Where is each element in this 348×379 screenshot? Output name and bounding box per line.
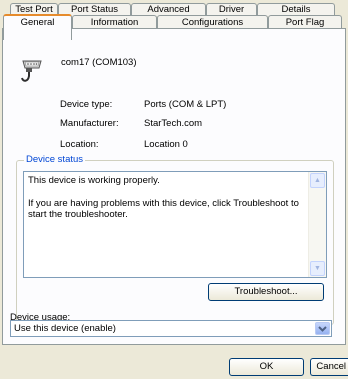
serial-port-icon: [21, 60, 42, 82]
tab-configurations[interactable]: Configurations: [157, 15, 268, 29]
scroll-up-icon[interactable]: ▲: [310, 173, 325, 188]
device-type-label: Device type:: [60, 99, 113, 110]
scroll-down-icon[interactable]: ▼: [310, 261, 325, 276]
device-type-value: Ports (COM & LPT): [144, 99, 227, 110]
device-usage-select[interactable]: Use this device (enable): [10, 320, 332, 337]
tab-port-flag[interactable]: Port Flag: [268, 15, 342, 29]
general-tab-panel: com17 (COM103) Device type: Ports (COM &…: [2, 28, 346, 345]
device-usage-value: Use this device (enable): [14, 323, 116, 334]
location-label: Location:: [60, 139, 99, 150]
tab-information[interactable]: Information: [72, 15, 157, 29]
location-value: Location 0: [144, 139, 188, 150]
manufacturer-value: StarTech.com: [144, 118, 203, 129]
status-scrollbar[interactable]: ▲ ▼: [308, 172, 326, 277]
status-line-2: If you are having problems with this dev…: [28, 198, 299, 220]
status-line-1: This device is working properly.: [28, 175, 160, 186]
device-status-title: Device status: [24, 154, 86, 165]
chevron-down-icon[interactable]: [315, 322, 330, 335]
device-name: com17 (COM103): [61, 57, 137, 68]
troubleshoot-button[interactable]: Troubleshoot...: [208, 283, 324, 301]
cancel-button[interactable]: Cancel: [310, 358, 348, 376]
tab-general[interactable]: General: [3, 14, 72, 40]
ok-button[interactable]: OK: [229, 358, 304, 376]
device-status-text[interactable]: This device is working properly. If you …: [23, 171, 327, 278]
device-status-group: Device status This device is working pro…: [16, 154, 334, 325]
manufacturer-label: Manufacturer:: [60, 118, 119, 129]
